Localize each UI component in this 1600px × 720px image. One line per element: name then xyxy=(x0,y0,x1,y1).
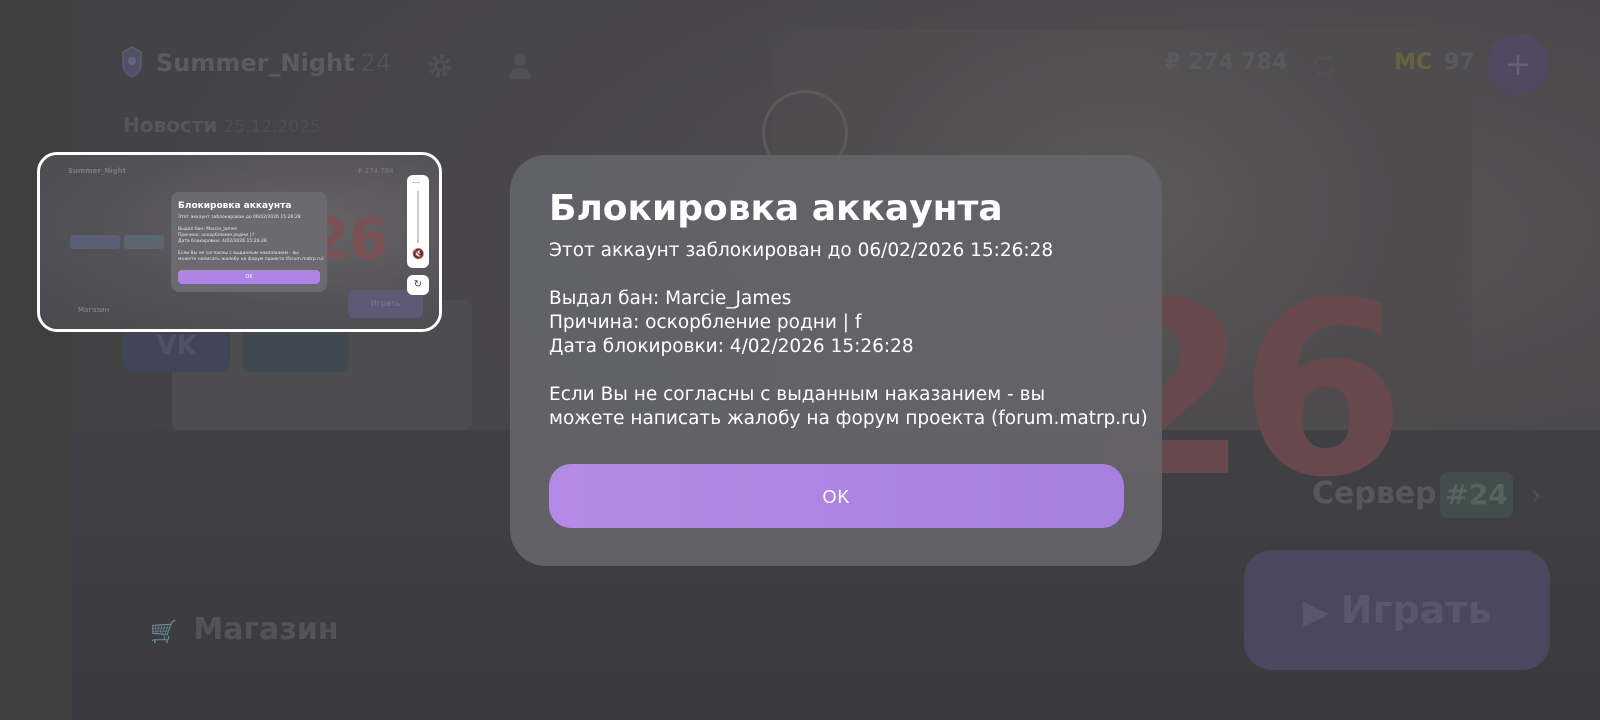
thumbnail-line: Если Вы не согласны с выданным наказание… xyxy=(178,251,299,256)
ok-button[interactable]: OK xyxy=(549,464,1124,528)
thumbnail-volume-slider[interactable]: ⋯ 🔇 xyxy=(407,175,429,268)
thumbnail-shop-label: Магазин xyxy=(78,306,110,314)
block-date-text: Дата блокировки: 4/02/2026 15:26:28 xyxy=(549,336,914,357)
mute-icon[interactable]: 🔇 xyxy=(412,249,424,260)
rotate-icon[interactable]: ↻ xyxy=(407,275,429,295)
dialog-title: Блокировка аккаунта xyxy=(549,188,1003,229)
thumbnail-line: Выдал бан: Marcie_James xyxy=(178,227,237,232)
thumbnail-line: можете написать жалобу на форум проекта … xyxy=(178,257,324,262)
screenshot-thumbnail[interactable]: 26 Summer_Night ₽ 274 784 Магазин Играть… xyxy=(37,152,442,332)
thumbnail-telegram-button xyxy=(124,235,164,249)
slider-track[interactable] xyxy=(417,191,419,243)
thumbnail-line: Причина: оскорбление родни | f xyxy=(178,233,254,238)
thumbnail-server-name: Summer_Night xyxy=(68,167,126,175)
more-dots-icon[interactable]: ⋯ xyxy=(412,178,420,187)
thumbnail-vk-button xyxy=(70,235,120,249)
blocked-until-text: Этот аккаунт заблокирован до 06/02/2026 … xyxy=(549,240,1054,261)
thumbnail-balance: ₽ 274 784 xyxy=(358,167,394,175)
thumbnail-ok-button: OK xyxy=(178,270,320,284)
thumbnail-dialog-title: Блокировка аккаунта xyxy=(178,201,292,211)
appeal-text-line1: Если Вы не согласны с выданным наказание… xyxy=(549,384,1046,405)
reason-text: Причина: оскорбление родни | f xyxy=(549,312,862,333)
thumbnail-line: Этот аккаунт заблокирован до 06/02/2026 … xyxy=(178,215,301,220)
appeal-text-line2: можете написать жалобу на форум проекта … xyxy=(549,408,1148,429)
issued-by-text: Выдал бан: Marcie_James xyxy=(549,288,792,309)
thumbnail-line: Дата блокировки: 4/02/2026 15:26:28 xyxy=(178,239,267,244)
